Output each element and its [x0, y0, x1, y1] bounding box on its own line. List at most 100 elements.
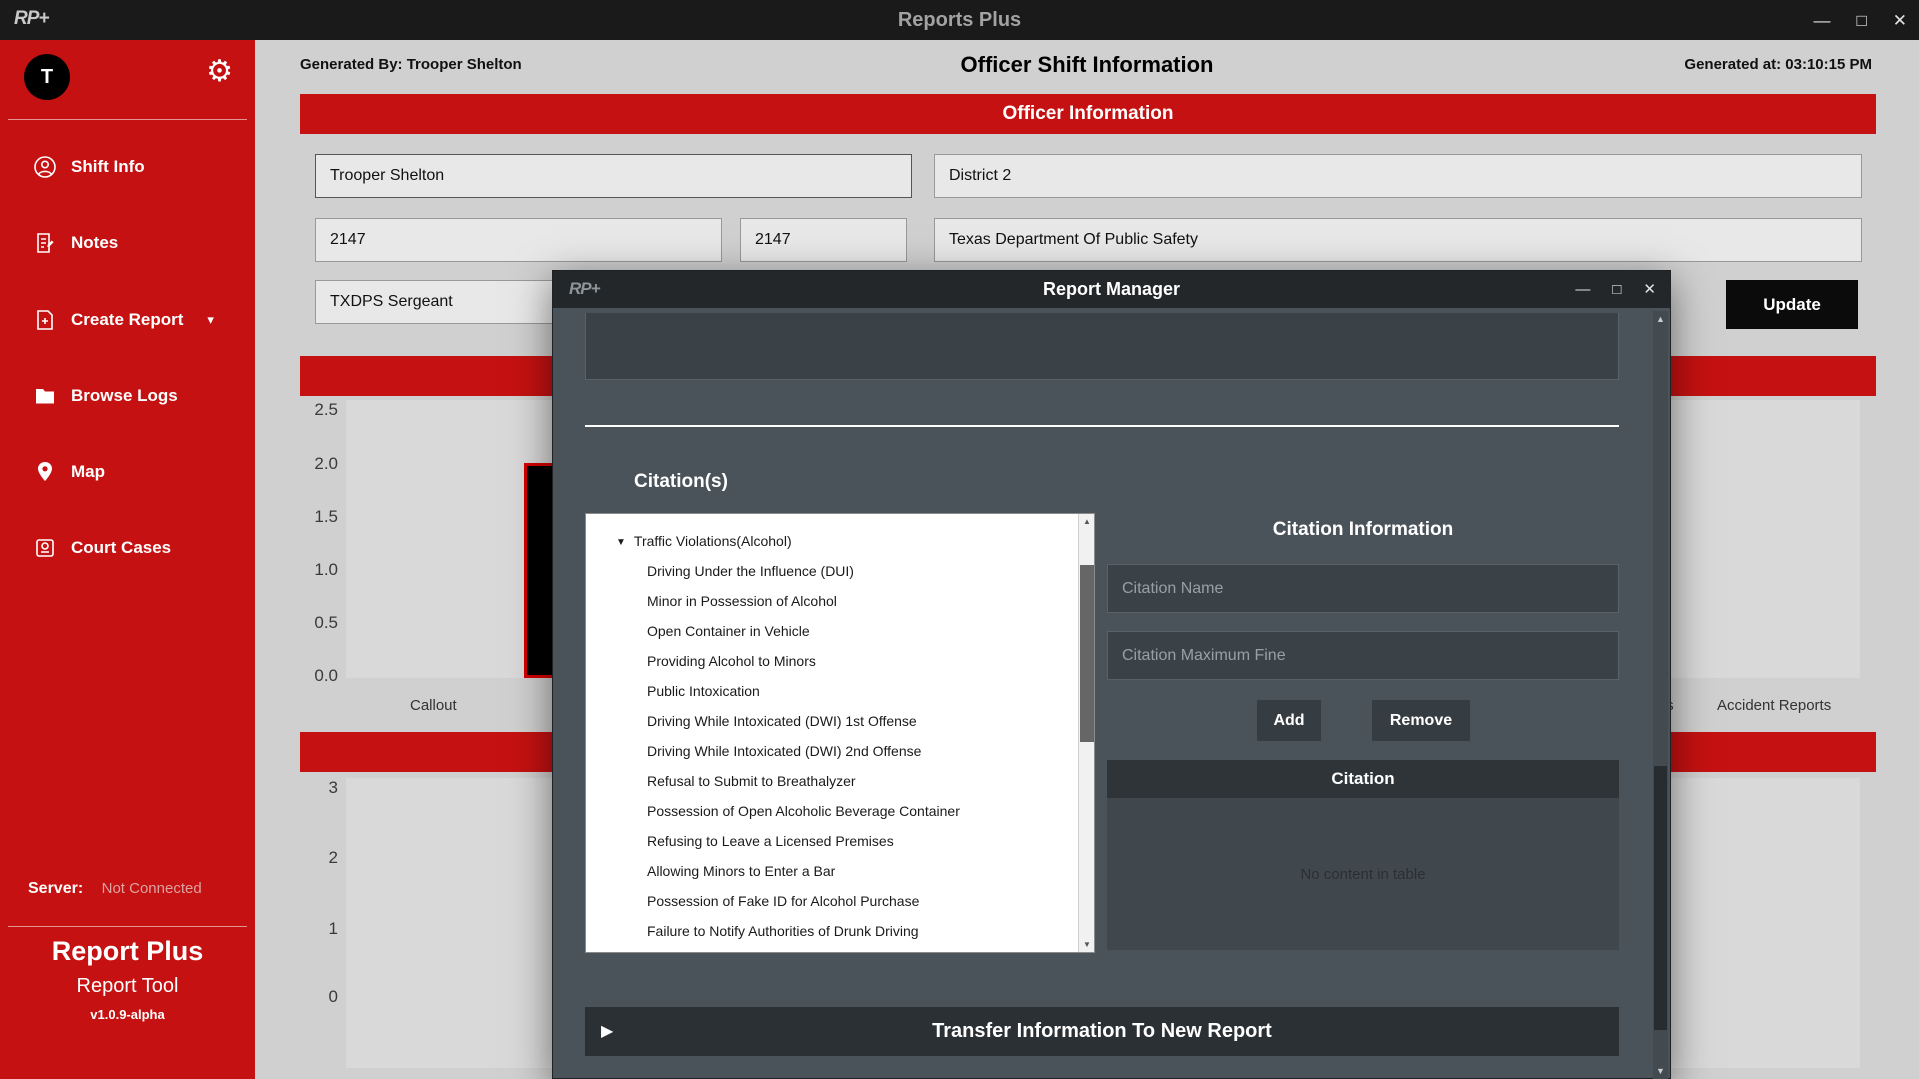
sidebar-item-label: Notes: [71, 233, 118, 253]
app-title: Reports Plus: [0, 0, 1919, 40]
citation-list-item[interactable]: Open Container in Vehicle: [586, 616, 1094, 646]
citation-list-item[interactable]: Refusal to Submit to Breathalyzer: [586, 766, 1094, 796]
sidebar-divider: [8, 926, 247, 927]
sidebar-item-browse-logs[interactable]: Browse Logs: [0, 374, 255, 418]
maximize-button[interactable]: □: [1856, 12, 1866, 29]
department-field[interactable]: [934, 218, 1862, 262]
user-avatar[interactable]: T: [24, 54, 70, 100]
y-axis-tick: 2.5: [278, 400, 338, 420]
x-axis-label: Callout: [410, 697, 457, 714]
citation-list-item[interactable]: Failure to Notify Authorities of Drunk D…: [586, 916, 1094, 946]
transfer-to-new-report-button[interactable]: ▶ Transfer Information To New Report: [585, 1007, 1619, 1056]
y-axis-tick: 0: [278, 987, 338, 1007]
remove-button[interactable]: Remove: [1372, 700, 1470, 741]
tree-expand-caret-icon[interactable]: ▼: [616, 537, 626, 548]
scrollbar-thumb[interactable]: [1654, 766, 1667, 1030]
app-titlebar: RP+ Reports Plus — □ ✕: [0, 0, 1919, 40]
citation-category-label: Traffic Violations(Alcohol): [634, 533, 792, 549]
scroll-up-icon[interactable]: ▲: [1653, 314, 1668, 324]
sidebar-divider: [8, 119, 247, 120]
citation-list-item[interactable]: Providing Alcohol to Minors: [586, 646, 1094, 676]
y-axis-tick: 2: [278, 848, 338, 868]
citation-table-body[interactable]: No content in table: [1107, 798, 1619, 950]
minimize-button[interactable]: —: [1575, 282, 1590, 297]
generated-at-label: Generated at: 03:10:15 PM: [1684, 56, 1872, 73]
close-button[interactable]: ✕: [1643, 282, 1656, 297]
notes-icon: [33, 231, 57, 255]
page-title: Officer Shift Information: [255, 52, 1919, 78]
x-axis-label: Accident Reports: [1717, 697, 1831, 714]
window-controls: — □ ✕: [1813, 0, 1907, 40]
report-manager-title: Report Manager: [553, 271, 1670, 308]
window-controls: — □ ✕: [1575, 271, 1656, 308]
citation-list-item[interactable]: Allowing Minors to Enter a Bar: [586, 856, 1094, 886]
sidebar-item-shift-info[interactable]: Shift Info: [0, 145, 255, 189]
sidebar-item-label: Court Cases: [71, 538, 171, 558]
citation-list-item[interactable]: Possession of Open Alcoholic Beverage Co…: [586, 796, 1094, 826]
version-label: v1.0.9-alpha: [0, 1007, 255, 1022]
y-axis-tick: 1.5: [278, 507, 338, 527]
sidebar-item-label: Create Report: [71, 310, 183, 330]
district-field[interactable]: [934, 154, 1862, 198]
y-axis-tick: 0.0: [278, 666, 338, 686]
scroll-up-icon[interactable]: ▲: [1079, 517, 1095, 526]
citation-name-input[interactable]: [1107, 564, 1619, 613]
citation-list-item[interactable]: Refusing to Leave a Licensed Premises: [586, 826, 1094, 856]
close-button[interactable]: ✕: [1893, 12, 1907, 29]
citation-list-item[interactable]: Driving Under the Influence (DUI): [586, 556, 1094, 586]
create-report-icon: [33, 308, 57, 332]
brand-block: Report Plus Report Tool v1.0.9-alpha: [0, 936, 255, 1022]
gear-icon[interactable]: ⚙: [206, 57, 233, 87]
person-icon: [33, 155, 57, 179]
citation-list-item[interactable]: Minor in Possession of Alcohol: [586, 586, 1094, 616]
report-manager-titlebar[interactable]: RP+ Report Manager — □ ✕: [553, 271, 1670, 308]
listbox-scrollbar[interactable]: ▲ ▼: [1078, 514, 1094, 952]
map-pin-icon: [33, 460, 57, 484]
y-axis-tick: 3: [278, 778, 338, 798]
brand-title: Report Plus: [0, 936, 255, 967]
transfer-button-label: Transfer Information To New Report: [585, 1007, 1619, 1056]
badge-number-field[interactable]: [315, 218, 722, 262]
sidebar-item-label: Shift Info: [71, 157, 145, 177]
y-axis-tick: 2.0: [278, 454, 338, 474]
sidebar-item-create-report[interactable]: Create Report ▾: [0, 298, 255, 342]
scrollbar-thumb[interactable]: [1080, 565, 1094, 742]
y-axis-tick: 1.0: [278, 560, 338, 580]
add-button[interactable]: Add: [1257, 700, 1321, 741]
court-cases-icon: [33, 536, 57, 560]
citation-list-item[interactable]: Public Intoxication: [586, 676, 1094, 706]
citation-max-fine-input[interactable]: [1107, 631, 1619, 680]
citation-list-item[interactable]: Driving While Intoxicated (DWI) 2nd Offe…: [586, 736, 1094, 766]
sidebar-item-map[interactable]: Map: [0, 450, 255, 494]
citation-list-item[interactable]: Driving While Intoxicated (DWI) 1st Offe…: [586, 706, 1094, 736]
chevron-down-icon: ▾: [207, 312, 214, 328]
folder-icon: [33, 384, 57, 408]
officer-information-banner: Officer Information: [300, 94, 1876, 134]
server-status-row: Server: Not Connected: [28, 880, 238, 904]
citation-information-heading: Citation Information: [1107, 519, 1619, 541]
sidebar-item-court-cases[interactable]: Court Cases: [0, 526, 255, 570]
citation-table-header: Citation: [1107, 760, 1619, 798]
officer-name-field[interactable]: [315, 154, 912, 198]
citation-category-row[interactable]: ▼ Traffic Violations(Alcohol): [586, 526, 1094, 556]
empty-table-message: No content in table: [1107, 866, 1619, 883]
report-manager-window: RP+ Report Manager — □ ✕ Citation(s) ▼ Tr…: [552, 270, 1671, 1079]
brand-subtitle: Report Tool: [0, 975, 255, 998]
scroll-down-icon[interactable]: ▼: [1653, 1066, 1668, 1076]
y-axis-tick: 1: [278, 919, 338, 939]
modal-scrollbar[interactable]: ▲ ▼: [1653, 311, 1668, 1079]
citations-heading: Citation(s): [634, 471, 728, 493]
sidebar-item-label: Browse Logs: [71, 386, 178, 406]
unit-number-field[interactable]: [740, 218, 907, 262]
minimize-button[interactable]: —: [1813, 12, 1830, 29]
citation-tree-listbox[interactable]: ▼ Traffic Violations(Alcohol) Driving Und…: [585, 513, 1095, 953]
citation-list-item[interactable]: Possession of Fake ID for Alcohol Purcha…: [586, 886, 1094, 916]
y-axis-tick: 0.5: [278, 613, 338, 633]
maximize-button[interactable]: □: [1612, 282, 1621, 297]
update-button[interactable]: Update: [1726, 280, 1858, 329]
section-divider: [585, 425, 1619, 427]
scroll-down-icon[interactable]: ▼: [1079, 940, 1095, 949]
notes-textarea[interactable]: [585, 313, 1619, 380]
sidebar-item-notes[interactable]: Notes: [0, 221, 255, 265]
sidebar-item-label: Map: [71, 462, 105, 482]
